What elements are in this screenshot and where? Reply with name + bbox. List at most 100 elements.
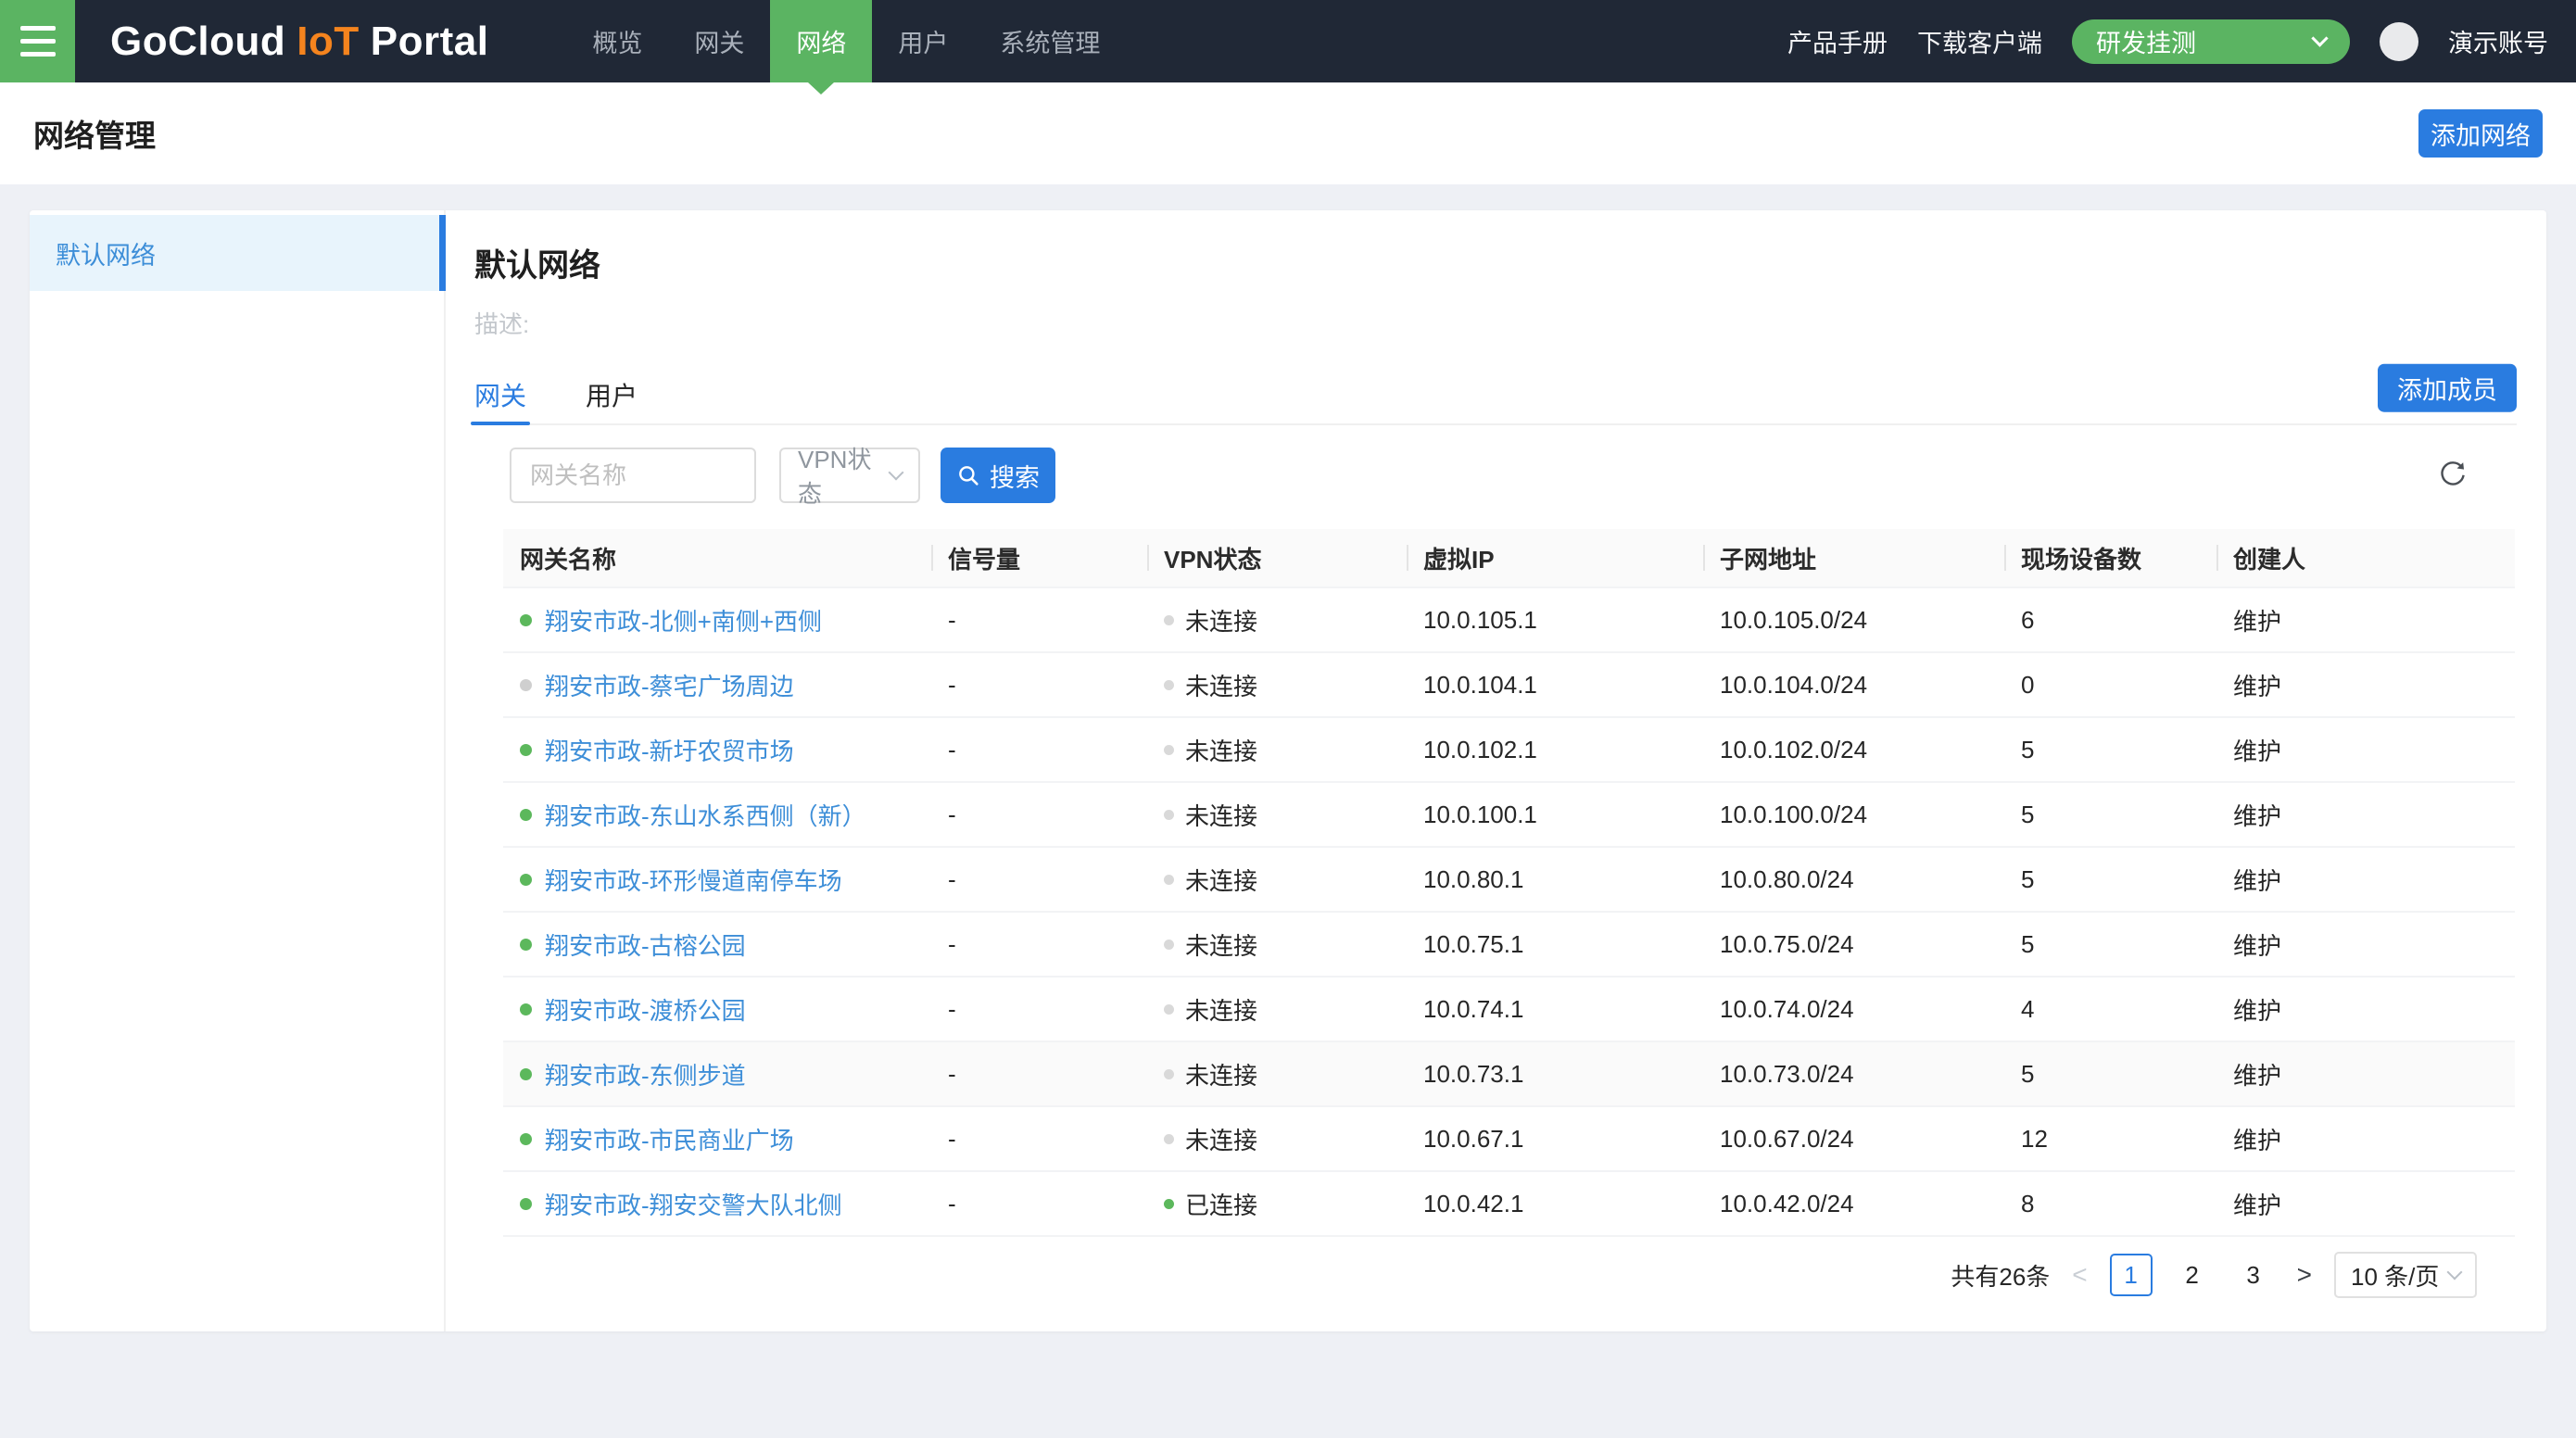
vpn-status-text: 未连接	[1185, 927, 1257, 962]
signal-cell: -	[931, 930, 1147, 959]
logo-gocloud: GoCloud	[110, 19, 285, 65]
gateway-link[interactable]: 翔安市政-古榕公园	[545, 927, 746, 962]
vpn-status-dot	[1164, 1004, 1174, 1015]
page-header: 网络管理 添加网络	[0, 82, 2576, 184]
logo-iot: IoT	[297, 19, 359, 65]
page-button-2[interactable]: 2	[2171, 1254, 2214, 1296]
gateways-table: 网关名称信号量VPN状态虚拟IP子网地址现场设备数创建人 翔安市政-北侧+南侧+…	[503, 529, 2515, 1237]
search-button[interactable]: 搜索	[941, 448, 1055, 503]
vpn-status-dot	[1164, 1199, 1174, 1209]
vpn-status-select[interactable]: VPN状态	[779, 448, 920, 503]
signal-cell: -	[931, 1125, 1147, 1154]
gateway-link[interactable]: 翔安市政-翔安交警大队北侧	[545, 1187, 842, 1221]
vpn-status-dot	[1164, 875, 1174, 885]
page-button-3[interactable]: 3	[2232, 1254, 2275, 1296]
navbar-link-1[interactable]: 产品手册	[1787, 23, 1888, 59]
tab-2[interactable]: 用户	[586, 366, 638, 423]
table-row: 翔安市政-蔡宅广场周边-未连接10.0.104.110.0.104.0/240维…	[503, 653, 2515, 718]
chevron-down-icon	[889, 464, 904, 480]
avatar[interactable]	[2380, 22, 2418, 61]
nav-item-3[interactable]: 网络	[770, 0, 872, 82]
hamburger-menu-button[interactable]	[0, 0, 75, 82]
table-row: 翔安市政-东山水系西侧（新）-未连接10.0.100.110.0.100.0/2…	[503, 783, 2515, 848]
page-button-1[interactable]: 1	[2110, 1254, 2153, 1296]
virtual-ip-cell: 10.0.73.1	[1407, 1060, 1703, 1089]
table-row: 翔安市政-古榕公园-未连接10.0.75.110.0.75.0/245维护	[503, 913, 2515, 978]
signal-cell: -	[931, 801, 1147, 829]
virtual-ip-cell: 10.0.105.1	[1407, 606, 1703, 635]
creator-cell: 维护	[2216, 1057, 2515, 1091]
subnet-cell: 10.0.42.0/24	[1703, 1190, 2004, 1218]
signal-cell: -	[931, 995, 1147, 1024]
table-header: 网关名称信号量VPN状态虚拟IP子网地址现场设备数创建人	[503, 529, 2515, 587]
header-cell: 子网地址	[1703, 541, 2004, 575]
panel-description: 描述:	[474, 306, 2517, 340]
device-count-cell: 12	[2004, 1125, 2216, 1154]
creator-cell: 维护	[2216, 992, 2515, 1027]
vpn-status-cell: 未连接	[1147, 1057, 1407, 1091]
gateway-link[interactable]: 翔安市政-渡桥公园	[545, 992, 746, 1027]
vpn-status-text: 未连接	[1185, 1122, 1257, 1156]
gateway-name-cell: 翔安市政-北侧+南侧+西侧	[503, 603, 931, 637]
nav-item-5[interactable]: 系统管理	[974, 0, 1126, 82]
vpn-status-cell: 未连接	[1147, 668, 1407, 702]
add-network-button[interactable]: 添加网络	[2418, 109, 2543, 158]
env-select[interactable]: 研发挂测	[2072, 19, 2350, 64]
creator-cell: 维护	[2216, 798, 2515, 832]
search-icon	[956, 463, 980, 487]
account-name: 演示账号	[2448, 23, 2548, 59]
header-cell: 网关名称	[503, 541, 931, 575]
chevron-down-icon	[2447, 1264, 2463, 1280]
subnet-cell: 10.0.100.0/24	[1703, 801, 2004, 829]
gateway-online-dot	[520, 1003, 532, 1015]
device-count-cell: 4	[2004, 995, 2216, 1024]
gateway-link[interactable]: 翔安市政-新圩农贸市场	[545, 733, 794, 767]
vpn-status-dot	[1164, 940, 1174, 950]
subnet-cell: 10.0.105.0/24	[1703, 606, 2004, 635]
subnet-cell: 10.0.67.0/24	[1703, 1125, 2004, 1154]
vpn-status-text: 已连接	[1185, 1187, 1257, 1221]
table-row: 翔安市政-新圩农贸市场-未连接10.0.102.110.0.102.0/245维…	[503, 718, 2515, 783]
active-nav-notch	[808, 82, 834, 95]
gateway-link[interactable]: 翔安市政-北侧+南侧+西侧	[545, 603, 822, 637]
vpn-status-text: 未连接	[1185, 733, 1257, 767]
header-cell: 虚拟IP	[1407, 541, 1703, 575]
table-row: 翔安市政-环形慢道南停车场-未连接10.0.80.110.0.80.0/245维…	[503, 848, 2515, 913]
gateway-name-input[interactable]	[510, 448, 756, 503]
gateway-link[interactable]: 翔安市政-环形慢道南停车场	[545, 863, 842, 897]
gateway-link[interactable]: 翔安市政-东山水系西侧（新）	[545, 798, 866, 832]
refresh-icon	[2437, 459, 2469, 490]
nav-item-4[interactable]: 用户	[872, 0, 974, 82]
creator-cell: 维护	[2216, 863, 2515, 897]
prev-page-button[interactable]: <	[2072, 1260, 2087, 1290]
network-card: 默认网络 默认网络 描述: 网关用户 添加成员 VPN状态	[30, 210, 2546, 1331]
sidebar-item-1[interactable]: 默认网络	[30, 215, 444, 291]
gateway-online-dot	[520, 679, 532, 691]
page-size-select[interactable]: 10 条/页	[2334, 1252, 2477, 1298]
gateway-name-cell: 翔安市政-翔安交警大队北侧	[503, 1187, 931, 1221]
nav-item-1[interactable]: 概览	[566, 0, 668, 82]
device-count-cell: 0	[2004, 671, 2216, 700]
gateway-link[interactable]: 翔安市政-东侧步道	[545, 1057, 746, 1091]
next-page-button[interactable]: >	[2297, 1260, 2312, 1290]
creator-cell: 维护	[2216, 927, 2515, 962]
page-title: 网络管理	[33, 111, 156, 156]
tab-1[interactable]: 网关	[474, 366, 526, 423]
header-cell: VPN状态	[1147, 541, 1407, 575]
vpn-status-cell: 未连接	[1147, 798, 1407, 832]
hamburger-icon	[20, 26, 56, 31]
add-member-button[interactable]: 添加成员	[2378, 364, 2517, 412]
gateway-online-dot	[520, 809, 532, 821]
gateway-link[interactable]: 翔安市政-市民商业广场	[545, 1122, 794, 1156]
gateway-online-dot	[520, 614, 532, 626]
signal-cell: -	[931, 865, 1147, 894]
vpn-status-dot	[1164, 810, 1174, 820]
gateway-name-cell: 翔安市政-东山水系西侧（新）	[503, 798, 931, 832]
gateway-link[interactable]: 翔安市政-蔡宅广场周边	[545, 668, 794, 702]
navbar-link-2[interactable]: 下载客户端	[1917, 23, 2042, 59]
table-row: 翔安市政-北侧+南侧+西侧-未连接10.0.105.110.0.105.0/24…	[503, 588, 2515, 653]
network-panel: 默认网络 描述: 网关用户 添加成员 VPN状态 搜索	[446, 210, 2546, 1331]
vpn-status-cell: 未连接	[1147, 992, 1407, 1027]
nav-item-2[interactable]: 网关	[668, 0, 770, 82]
refresh-button[interactable]	[2436, 459, 2469, 492]
